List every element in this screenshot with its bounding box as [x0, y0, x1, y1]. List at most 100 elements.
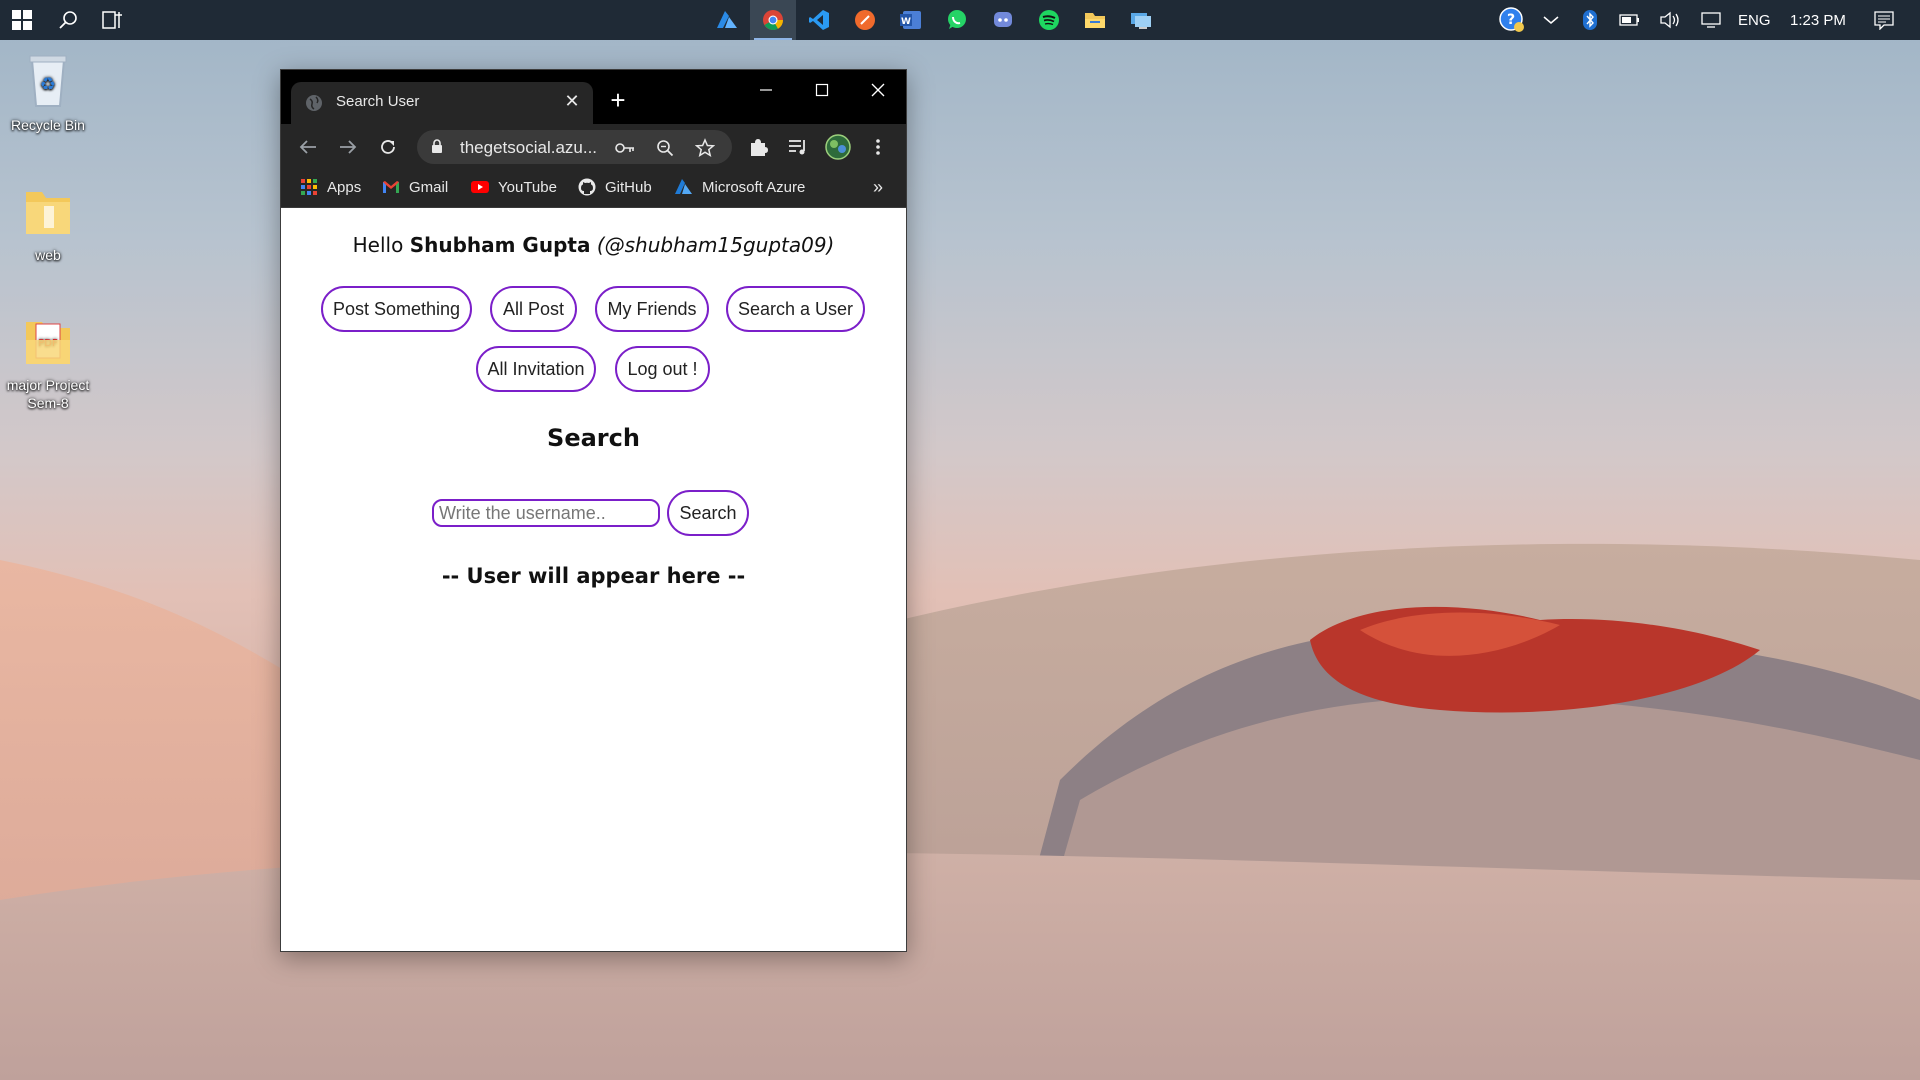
- taskbar-app-azure[interactable]: [704, 0, 750, 40]
- bookmark-label: Apps: [327, 178, 362, 196]
- reload-button[interactable]: [375, 134, 401, 160]
- maximize-button[interactable]: [794, 70, 850, 110]
- taskbar-app-discord[interactable]: [980, 0, 1026, 40]
- close-icon: [871, 83, 885, 97]
- search-button[interactable]: [46, 0, 90, 40]
- profile-avatar-button[interactable]: [825, 134, 851, 160]
- desktop-icon-major-project[interactable]: PDF major Project Sem-8: [0, 310, 96, 412]
- bookmark-apps[interactable]: Apps: [300, 176, 361, 198]
- taskbar-app-word[interactable]: W: [888, 0, 934, 40]
- bookmark-star-button[interactable]: [694, 137, 716, 159]
- address-url[interactable]: thegetsocial.azu...: [460, 138, 597, 158]
- help-tray-button[interactable]: ?: [1496, 0, 1528, 40]
- search-result-placeholder: -- User will appear here --: [441, 564, 746, 588]
- battery-tray-button[interactable]: [1616, 0, 1644, 40]
- back-button[interactable]: [295, 134, 321, 160]
- logout-button[interactable]: Log out !: [615, 346, 710, 392]
- post-something-button[interactable]: Post Something: [321, 286, 472, 332]
- search-user-button[interactable]: Search a User: [726, 286, 865, 332]
- greeting: Hello Shubham Gupta (@shubham15gupta09): [281, 233, 906, 257]
- folder-icon: [20, 180, 76, 240]
- bluetooth-icon: [1583, 10, 1597, 30]
- browser-title-bar: Search User ✕ +: [281, 70, 906, 124]
- zoom-button[interactable]: [654, 137, 676, 159]
- bookmark-label: Gmail: [409, 178, 449, 196]
- desktop-icon-recycle-bin[interactable]: ♻ Recycle Bin: [0, 50, 96, 134]
- taskbar: W ? ENG 1:23 PM: [0, 0, 1920, 40]
- github-icon: [578, 178, 596, 196]
- taskbar-app-spotify[interactable]: [1026, 0, 1072, 40]
- close-window-button[interactable]: [850, 70, 906, 110]
- spotify-icon: [1039, 10, 1059, 30]
- taskbar-app-whatsapp[interactable]: [934, 0, 980, 40]
- start-button[interactable]: [0, 0, 44, 40]
- postman-icon: [855, 10, 875, 30]
- desktop-icon-label: Recycle Bin: [11, 117, 85, 133]
- recycle-bin-icon: ♻: [20, 50, 76, 110]
- user-handle: (@shubham15gupta09): [596, 233, 835, 257]
- bookmarks-bar: Apps Gmail YouTube GitHub Microsoft Azur…: [281, 168, 906, 208]
- web-page: Hello Shubham Gupta (@shubham15gupta09) …: [281, 209, 906, 951]
- show-hidden-icons-button[interactable]: [1536, 0, 1566, 40]
- network-tray-button[interactable]: [1696, 0, 1726, 40]
- taskbar-app-file-explorer[interactable]: [1072, 0, 1118, 40]
- notifications-button[interactable]: [1864, 0, 1904, 40]
- language-indicator[interactable]: ENG: [1738, 0, 1771, 40]
- forward-button[interactable]: [335, 134, 361, 160]
- bookmark-gmail[interactable]: Gmail: [382, 176, 448, 198]
- all-invitation-button[interactable]: All Invitation: [476, 346, 596, 392]
- browser-menu-button[interactable]: [865, 134, 891, 160]
- notification-center-icon: [1874, 11, 1894, 30]
- taskbar-app-vscode[interactable]: [796, 0, 842, 40]
- reload-icon: [381, 140, 395, 154]
- bookmarks-overflow-button[interactable]: »: [873, 176, 883, 198]
- search-heading: Search: [547, 424, 640, 452]
- svg-text:?: ?: [1507, 12, 1515, 28]
- chevron-up-icon: [1543, 16, 1559, 24]
- my-friends-button[interactable]: My Friends: [595, 286, 709, 332]
- all-post-button[interactable]: All Post: [490, 286, 577, 332]
- taskbar-app-remote-desktop[interactable]: [1118, 0, 1164, 40]
- taskbar-app-chrome[interactable]: [750, 0, 796, 40]
- address-bar[interactable]: thegetsocial.azu...: [417, 130, 732, 164]
- minimize-button[interactable]: [738, 70, 794, 110]
- bookmark-github[interactable]: GitHub: [578, 176, 652, 198]
- whatsapp-icon: [948, 10, 966, 29]
- help-icon: ?: [1499, 7, 1524, 32]
- apps-grid-icon: [301, 179, 317, 195]
- volume-tray-button[interactable]: [1656, 0, 1684, 40]
- bookmark-youtube[interactable]: YouTube: [471, 176, 557, 198]
- clock[interactable]: 1:23 PM: [1790, 0, 1846, 40]
- star-icon: [695, 138, 715, 157]
- discord-icon: [994, 12, 1012, 27]
- avatar: [825, 134, 851, 160]
- bluetooth-tray-button[interactable]: [1576, 0, 1604, 40]
- file-explorer-icon: [1085, 13, 1105, 28]
- new-tab-button[interactable]: +: [603, 86, 633, 114]
- desktop-icon-label: web: [35, 247, 61, 263]
- taskbar-app-postman[interactable]: [842, 0, 888, 40]
- youtube-icon: [471, 181, 489, 193]
- minimize-icon: [760, 89, 772, 91]
- greeting-prefix: Hello: [352, 233, 404, 257]
- search-submit-button[interactable]: Search: [667, 490, 749, 536]
- kebab-menu-icon: [876, 139, 880, 155]
- bookmark-microsoft-azure[interactable]: Microsoft Azure: [675, 176, 805, 198]
- word-icon: W: [900, 11, 921, 29]
- browser-tab[interactable]: Search User ✕: [291, 82, 593, 124]
- maximize-icon: [815, 83, 829, 97]
- chrome-icon: [763, 10, 784, 30]
- media-control-button[interactable]: [785, 134, 811, 160]
- remote-desktop-icon: [1131, 13, 1151, 29]
- puzzle-icon: [751, 139, 768, 156]
- azure-icon: [675, 179, 692, 194]
- extensions-button[interactable]: [745, 134, 771, 160]
- tab-close-icon[interactable]: ✕: [561, 91, 583, 112]
- tab-title: Search User: [336, 93, 420, 110]
- password-key-button[interactable]: [614, 137, 636, 159]
- username-search-input[interactable]: [432, 499, 660, 527]
- task-view-button[interactable]: [90, 0, 134, 40]
- browser-window: Search User ✕ + thegetsocial.azu... Apps…: [280, 69, 907, 952]
- desktop-icon-web[interactable]: web: [0, 180, 96, 264]
- search-icon: [59, 11, 77, 29]
